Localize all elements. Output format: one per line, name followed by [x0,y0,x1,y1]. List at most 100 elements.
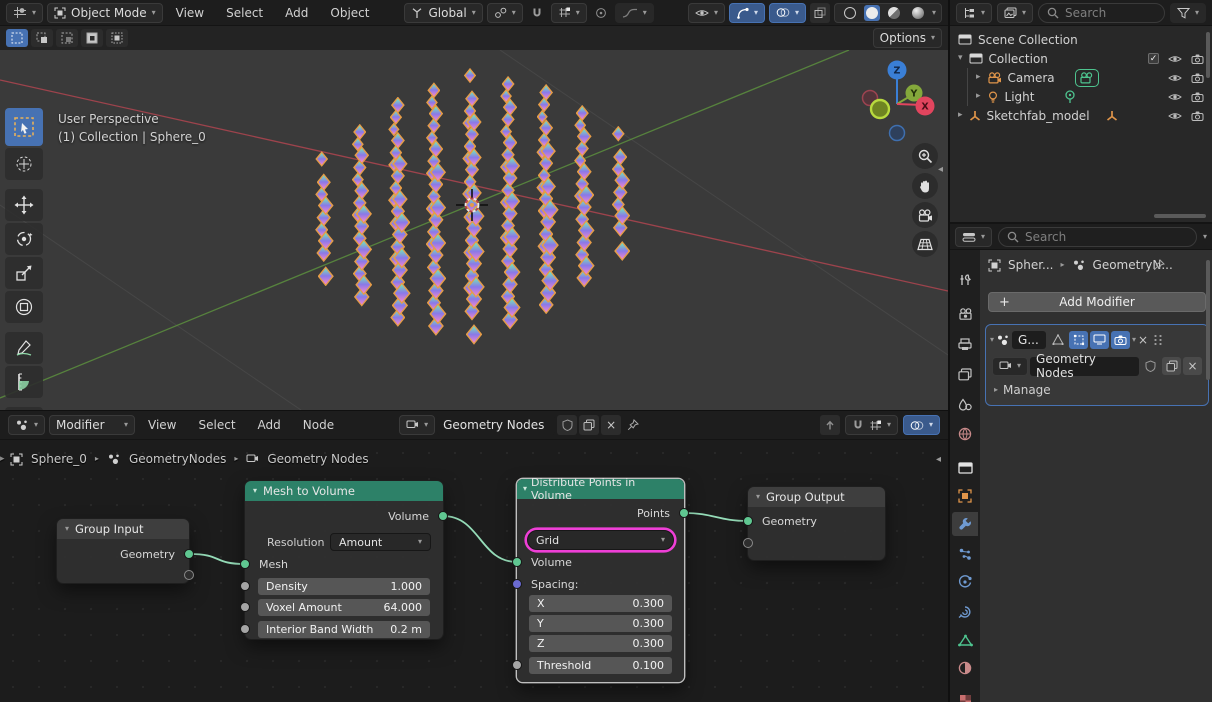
proportional-editing-toggle[interactable] [591,3,611,23]
camera-data-icon[interactable] [1074,68,1099,87]
edit-mode-display-toggle[interactable] [1048,331,1067,349]
node-editor-type-button[interactable]: ▾ [8,415,46,435]
eye-icon[interactable] [1168,54,1182,64]
tool-measure[interactable] [5,366,43,398]
menu-view[interactable]: View [139,411,185,439]
select-mode-invert-button[interactable] [81,29,103,47]
fake-user-shield-button[interactable] [1141,357,1160,375]
options-dropdown[interactable]: Options ▾ [872,28,942,48]
node-header[interactable]: ▾ Distribute Points in Volume [517,476,684,502]
viewport-editor-type-button[interactable]: ▾ [6,2,44,23]
pin-icon[interactable] [623,415,643,435]
tool-rotate[interactable] [5,223,43,255]
properties-vertical-scrollbar[interactable] [1206,260,1210,380]
socket-geometry-output[interactable] [184,549,194,559]
distributed-point[interactable] [463,67,477,84]
socket-spacing-input[interactable] [512,579,522,589]
object-mode-dropdown[interactable]: Object Mode ▾ [47,2,163,23]
node-group-name-field[interactable]: Geometry Nodes [1030,352,1139,380]
tool-cursor[interactable] [5,148,43,180]
gizmos-toggle-dropdown[interactable]: ▾ [728,2,765,23]
outliner-filter-mode-dropdown[interactable]: ▾ [997,2,1034,23]
outliner-row-camera[interactable]: ▸ Camera [950,68,1212,87]
fake-user-shield-button[interactable] [557,415,578,435]
tab-material[interactable] [952,656,978,680]
spacing-x-slider[interactable]: X 0.300 [529,595,672,612]
tab-modifiers[interactable] [952,512,978,536]
render-display-toggle[interactable] [1111,330,1131,349]
tab-scene[interactable] [952,392,978,416]
xray-toggle-button[interactable] [809,2,830,23]
expand-icon[interactable]: ▸ [976,92,981,101]
collapse-icon[interactable]: ▾ [253,487,257,495]
select-mode-intersect-button[interactable] [106,29,128,47]
collapse-icon[interactable]: ▾ [65,525,69,533]
tab-tool[interactable] [952,268,978,292]
tab-physics[interactable] [952,570,978,594]
spacing-y-slider[interactable]: Y 0.300 [529,615,672,632]
outliner-row-collection[interactable]: ▾ Collection ✓ [950,49,1212,68]
render-camera-icon[interactable] [1191,92,1204,102]
chevron-down-icon[interactable]: ▾ [1203,232,1207,241]
distributed-point[interactable] [465,90,479,108]
tab-render[interactable] [952,302,978,326]
spacing-z-slider[interactable]: Z 0.300 [529,635,672,652]
distributed-point-cloud[interactable] [0,50,948,410]
node-distribute-points-in-volume[interactable]: ▾ Distribute Points in Volume Points Gri… [512,476,689,682]
socket-volume-output[interactable] [438,511,448,521]
snap-toggle-button[interactable] [527,3,547,23]
distributed-point[interactable] [539,83,554,102]
node-tree-mode-dropdown[interactable]: Modifier ▾ [49,415,136,435]
tool-annotate[interactable] [5,332,43,364]
node-snap-group[interactable]: ▾ [844,415,898,435]
overlays-toggle-dropdown[interactable]: ▾ [768,2,806,23]
outliner-row-light[interactable]: ▸ Light [950,87,1212,106]
region-collapse-arrow[interactable]: ◂ [936,454,941,465]
go-to-parent-tree-button[interactable] [819,415,840,435]
socket-points-output[interactable] [679,508,689,518]
light-data-icon[interactable] [1064,89,1076,104]
collapse-icon[interactable]: ▾ [523,485,527,493]
snap-target-dropdown[interactable]: ▾ [550,2,587,23]
node-overlays-dropdown[interactable]: ▾ [902,415,940,435]
tab-object[interactable] [952,484,978,508]
distributed-point[interactable] [316,173,331,192]
render-camera-icon[interactable] [1191,54,1204,64]
sidebar-collapse-arrow[interactable]: ◂ [938,164,943,175]
unlink-datablock-button[interactable]: × [1183,357,1202,375]
perspective-toggle-button[interactable] [912,231,938,257]
distributed-point[interactable] [389,109,403,126]
menu-add[interactable]: Add [276,0,317,25]
socket-geometry-input[interactable] [743,516,753,526]
socket-volume-input[interactable] [512,557,522,567]
properties-search-input[interactable] [1025,229,1188,244]
modifier-name-field[interactable]: G... [1012,330,1047,349]
manage-panel-row[interactable]: ▸ Manage [994,383,1051,397]
add-modifier-button[interactable]: + Add Modifier [988,292,1206,312]
outliner-search-input[interactable] [1065,5,1156,20]
cage-display-toggle[interactable] [1069,330,1089,349]
camera-view-button[interactable] [912,202,938,228]
unlink-datablock-button[interactable]: × [601,415,622,435]
distributed-point[interactable] [575,104,589,122]
socket-virtual[interactable] [184,570,194,580]
realtime-display-toggle[interactable] [1090,330,1110,349]
object-visibility-dropdown[interactable]: ▾ [687,2,725,23]
render-camera-icon[interactable] [1191,111,1204,121]
drag-handle-icon[interactable] [1153,333,1164,346]
node-group-output[interactable]: ▾ Group Output Geometry [743,487,885,560]
outliner-row-scene-collection[interactable]: Scene Collection [950,30,1212,49]
breadcrumb-collapse-arrow[interactable]: ▸ [0,454,5,464]
node-group-browse-button[interactable]: ▾ [992,356,1029,376]
resolution-dropdown[interactable]: Amount ▾ [330,533,431,551]
node-mesh-to-volume[interactable]: ▾ Mesh to Volume Volume Resolution Amoun… [240,481,448,639]
tab-particles[interactable] [952,542,978,566]
distributed-point[interactable] [353,123,367,141]
expand-icon[interactable]: ▾ [958,54,963,63]
tool-select-box[interactable] [5,108,43,146]
select-mode-extend-button[interactable] [31,29,53,47]
select-mode-new-button[interactable] [6,29,28,47]
socket-virtual[interactable] [743,538,753,548]
navigation-gizmo[interactable]: Z Y X [852,56,944,148]
tab-constraints[interactable] [952,600,978,624]
